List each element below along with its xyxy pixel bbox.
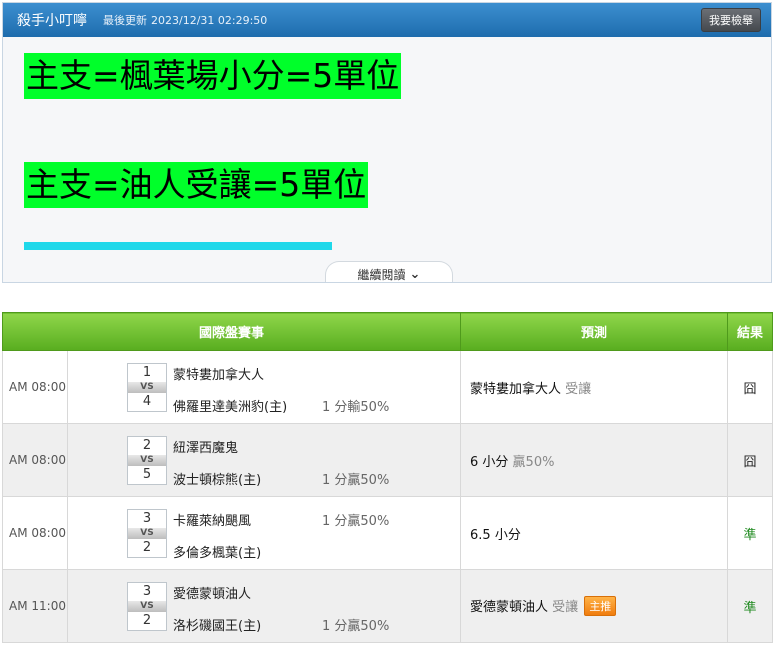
score-home: 2 [142,540,152,555]
table-header-row: 國際盤賽事 預測 結果 [1,312,774,351]
read-more-button[interactable]: 繼續閱讀 ⌄ [325,261,453,282]
game-time: AM 08:00 [2,350,68,424]
author-name[interactable]: 殺手小叮嚀 [17,10,87,30]
score-home: 4 [142,394,152,409]
team-home[interactable]: 佛羅里達美洲豹(主) [173,396,287,415]
article-panel: 殺手小叮嚀 最後更新 2023/12/31 02:29:50 我要檢舉 主支=楓葉… [2,2,772,283]
prediction-note: 受讓 [548,600,579,615]
header-result: 結果 [727,312,774,351]
updated-label: 最後更新 [103,14,147,27]
vs-label: VS [128,528,166,539]
team-away[interactable]: 蒙特婁加拿大人 [173,364,264,383]
team-away[interactable]: 紐澤西魔鬼 [173,437,238,456]
table-row: AM 11:00 3 VS 2 愛德蒙頓油人 洛杉磯國王(主) 1 分贏50% … [2,569,774,643]
team-home[interactable]: 波士頓棕熊(主) [173,469,261,488]
match-cell: 3 VS 2 愛德蒙頓油人 洛杉磯國王(主) 1 分贏50% [66,569,462,643]
updated-time: 2023/12/31 02:29:50 [151,14,268,27]
pick-line-3-truncated [24,242,332,250]
pick-line-1: 主支=楓葉場小分=5單位 [24,53,402,99]
prediction-main: 6.5 小分 [470,527,521,543]
score-home: 5 [142,467,152,482]
table-row: AM 08:00 2 VS 5 紐澤西魔鬼 波士頓棕熊(主) 1 分贏50% 6… [2,423,774,497]
prediction-cell: 6.5 小分 [460,496,729,570]
score-away: 1 [142,365,152,380]
vs-label: VS [128,382,166,393]
game-time: AM 08:00 [2,496,68,570]
chevron-down-icon: ⌄ [409,267,421,282]
score-away: 2 [142,438,152,453]
score-box: 1 VS 4 [127,363,167,412]
score-home: 2 [142,613,152,628]
vs-label: VS [128,455,166,466]
team-home[interactable]: 多倫多楓葉(主) [173,542,261,561]
prediction-main: 蒙特婁加拿大人 [470,381,562,397]
prediction-main: 愛德蒙頓油人 [470,600,549,615]
score-away: 3 [142,584,152,599]
prediction-note: 受讓 [561,381,592,397]
prediction-note: 贏50% [508,454,555,470]
score-away: 3 [142,511,152,526]
score-box: 2 VS 5 [127,436,167,485]
prediction-cell: 6 小分 贏50% [460,423,729,497]
handicap-line-away: 1 分贏50% [322,514,390,529]
article-body: 主支=楓葉場小分=5單位 主支=油人受讓=5單位 繼續閱讀 ⌄ [3,37,771,282]
last-updated: 最後更新 2023/12/31 02:29:50 [103,12,271,28]
result-cell: 囧 [727,350,774,424]
header-prediction: 預測 [460,312,729,351]
match-cell: 3 VS 2 卡羅萊納颶風 多倫多楓葉(主) 1 分贏50% [66,496,462,570]
table-row: AM 08:00 3 VS 2 卡羅萊納颶風 多倫多楓葉(主) 1 分贏50% … [2,496,774,570]
result-cell: 準 [727,569,774,643]
result-cell: 囧 [727,423,774,497]
match-cell: 2 VS 5 紐澤西魔鬼 波士頓棕熊(主) 1 分贏50% [66,423,462,497]
featured-pick-badge: 主推 [584,596,617,616]
match-cell: 1 VS 4 蒙特婁加拿大人 佛羅里達美洲豹(主) 1 分輸50% [66,350,462,424]
read-more-label: 繼續閱讀 [357,268,406,282]
score-box: 3 VS 2 [127,509,167,558]
team-home[interactable]: 洛杉磯國王(主) [173,615,261,634]
team-away[interactable]: 卡羅萊納颶風 [173,510,251,529]
table-row: AM 08:00 1 VS 4 蒙特婁加拿大人 佛羅里達美洲豹(主) 1 分輸5… [2,350,774,424]
score-box: 3 VS 2 [127,582,167,631]
handicap-line-home: 1 分贏50% [322,473,390,488]
report-button[interactable]: 我要檢舉 [701,8,761,32]
games-table: 國際盤賽事 預測 結果 AM 08:00 1 VS 4 蒙特婁加拿大人 佛羅里達… [1,312,774,643]
game-time: AM 08:00 [2,423,68,497]
result-cell: 準 [727,496,774,570]
prediction-cell: 愛德蒙頓油人 受讓 主推 [460,569,729,643]
prediction-cell: 蒙特婁加拿大人 受讓 [460,350,729,424]
prediction-main: 6 小分 [470,454,509,470]
header-event: 國際盤賽事 [1,312,462,351]
team-away[interactable]: 愛德蒙頓油人 [173,583,251,602]
game-time: AM 11:00 [2,569,68,643]
handicap-line-home: 1 分贏50% [322,619,390,634]
panel-header: 殺手小叮嚀 最後更新 2023/12/31 02:29:50 我要檢舉 [3,3,771,37]
vs-label: VS [128,601,166,612]
handicap-line-home: 1 分輸50% [322,400,390,415]
pick-line-2: 主支=油人受讓=5單位 [24,162,369,208]
